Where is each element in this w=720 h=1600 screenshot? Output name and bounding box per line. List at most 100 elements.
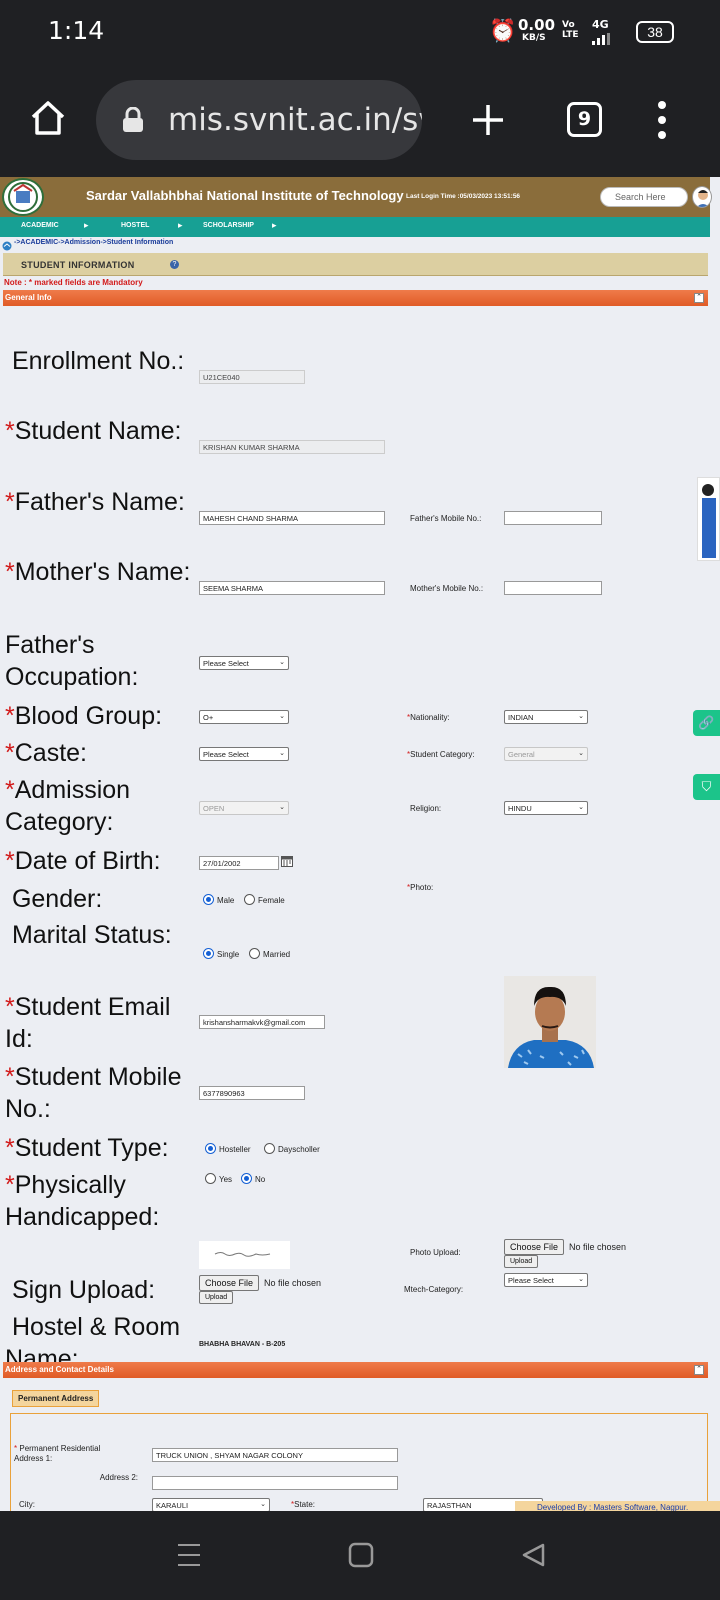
mother-name-label: *Mother's Name: [5, 558, 191, 586]
photo-choose-file-button[interactable]: Choose File [504, 1239, 565, 1255]
enrollment-field: U21CE040 [199, 370, 305, 384]
city-select[interactable]: KARAULI ⌄ [152, 1498, 270, 1511]
handicapped-no-label: No [255, 1175, 266, 1184]
nationality-select[interactable]: INDIAN ⌄ [504, 710, 588, 724]
status-bar: 1:14 ⏰ 0.00 KB/S Vo LTE 4G 38 [0, 0, 720, 62]
student-name-label: *Student Name: [5, 417, 182, 445]
caste-select[interactable]: Please Select ⌄ [199, 747, 289, 761]
sign-choose-file-button[interactable]: Choose File [199, 1275, 260, 1291]
city-label: City: [19, 1500, 35, 1509]
network-type: 4G [592, 18, 609, 31]
gender-male-label: Male [217, 896, 235, 905]
religion-label: Religion: [410, 804, 442, 813]
recent-apps-icon[interactable] [176, 1543, 202, 1572]
gender-female-label: Female [258, 896, 285, 905]
user-avatar[interactable] [692, 186, 712, 208]
address1-label: * Permanent Residential Address 1: [14, 1444, 101, 1463]
breadcrumb[interactable]: ->ACADEMIC->Admission->Student Informati… [14, 239, 173, 246]
basket-icon[interactable]: ⛉ [693, 774, 720, 800]
marital-status-label: Marital Status: [11, 921, 172, 949]
general-info-header[interactable]: General Info ⌃ [3, 290, 708, 306]
battery-icon: 38 [636, 21, 674, 43]
page-title-bar: STUDENT INFORMATION ? [3, 253, 708, 276]
sign-upload-button[interactable]: Upload [199, 1291, 234, 1304]
address1-field[interactable]: TRUCK UNION , SHYAM NAGAR COLONY [152, 1448, 398, 1462]
nav-academic[interactable]: ACADEMIC [21, 222, 59, 229]
marital-single-label: Single [217, 950, 240, 959]
student-category-select: General ⌄ [504, 747, 588, 761]
developed-by-link[interactable]: Developed By : Masters Software, Nagpur. [515, 1501, 720, 1511]
link-icon[interactable]: 🔗 [693, 710, 720, 736]
clock: 1:14 [48, 16, 105, 45]
dob-field[interactable]: 27/01/2002 [199, 856, 279, 870]
state-label: *State: [291, 1500, 316, 1509]
mother-name-field[interactable]: SEEMA SHARMA [199, 581, 385, 595]
caste-label: *Caste: [5, 739, 87, 767]
address-section-header[interactable]: Address and Contact Details ⌃ [3, 1362, 708, 1378]
father-occupation-label: Father's Occupation: [5, 631, 139, 691]
admission-category-label: *Admission Category: [5, 776, 131, 836]
enrollment-label: Enrollment No.: [11, 347, 185, 375]
system-navigation-bar [0, 1511, 720, 1600]
handicapped-yes-radio[interactable] [205, 1173, 216, 1184]
home-button-icon[interactable] [348, 1542, 374, 1573]
father-occupation-select[interactable]: Please Select ⌄ [199, 656, 289, 670]
handicapped-no-radio[interactable] [241, 1173, 252, 1184]
home-icon[interactable] [28, 98, 68, 143]
tab-switcher-button[interactable]: 9 [567, 102, 602, 137]
swayam-side-banner[interactable] [697, 477, 720, 561]
gender-female-radio[interactable] [244, 894, 255, 905]
marital-single-radio[interactable] [203, 948, 214, 959]
email-label: *Student Email Id: [5, 993, 171, 1053]
url-text: mis.svnit.ac.in/sv [168, 102, 422, 138]
student-type-hosteller-radio[interactable] [205, 1143, 216, 1154]
handicapped-yes-label: Yes [219, 1175, 233, 1184]
chevron-right-icon: ▸ [272, 220, 277, 230]
mobile-label: *Student Mobile No.: [5, 1063, 182, 1123]
blood-group-select[interactable]: O+ ⌄ [199, 710, 289, 724]
marital-married-radio[interactable] [249, 948, 260, 959]
help-icon[interactable]: ? [170, 260, 179, 269]
search-input[interactable]: Search Here [600, 187, 688, 207]
menu-icon[interactable] [656, 100, 668, 145]
net-speed: 0.00 [518, 16, 556, 34]
religion-select[interactable]: HINDU ⌄ [504, 801, 588, 815]
email-field[interactable]: krishansharmakvk@gmail.com [199, 1015, 325, 1029]
calendar-icon[interactable] [281, 854, 293, 872]
signature-image [199, 1241, 290, 1269]
alarm-icon: ⏰ [489, 19, 517, 44]
mtech-category-select[interactable]: Please Select ⌄ [504, 1273, 588, 1287]
student-type-dayscholler-radio[interactable] [264, 1143, 275, 1154]
gender-male-radio[interactable] [203, 894, 214, 905]
address2-field[interactable] [152, 1476, 398, 1490]
collapse-icon[interactable]: ⌃ [694, 1365, 704, 1375]
student-type-hosteller-label: Hosteller [219, 1145, 251, 1154]
section-title: General Info [5, 293, 52, 302]
father-mobile-field[interactable] [504, 511, 602, 525]
nav-scholarship[interactable]: SCHOLARSHIP [203, 222, 254, 229]
back-icon[interactable] [520, 1542, 546, 1573]
permanent-address-title: Permanent Address [12, 1390, 100, 1407]
institute-name: Sardar Vallabhbhai National Institute of… [86, 188, 404, 203]
lock-icon [122, 106, 144, 138]
collapse-icon[interactable]: ⌃ [694, 293, 704, 303]
nationality-label: *Nationality: [407, 713, 450, 722]
nav-hostel[interactable]: HOSTEL [121, 222, 149, 229]
mandatory-note: Note : * marked fields are Mandatory [4, 278, 143, 287]
marital-married-label: Married [263, 950, 291, 959]
last-login-time: Last Login Time :05/03/2023 13:51:56 [406, 193, 521, 200]
address-bar[interactable]: mis.svnit.ac.in/sv [96, 80, 422, 160]
main-nav: ACADEMIC ▸ HOSTEL ▸ SCHOLARSHIP ▸ [0, 217, 710, 237]
student-category-label: *Student Category: [407, 750, 475, 759]
student-type-label: *Student Type: [5, 1134, 169, 1162]
new-tab-icon[interactable] [470, 102, 506, 143]
mobile-field[interactable]: 6377890963 [199, 1086, 305, 1100]
mother-mobile-field[interactable] [504, 581, 602, 595]
father-name-field[interactable]: MAHESH CHAND SHARMA [199, 511, 385, 525]
father-name-label: *Father's Name: [5, 488, 185, 516]
photo-upload-button[interactable]: Upload [504, 1255, 539, 1268]
dob-label: *Date of Birth: [5, 847, 161, 875]
signal-icon [592, 32, 612, 45]
photo-label: *Photo: [407, 883, 434, 892]
sign-no-file-text: No file chosen [264, 1278, 322, 1288]
